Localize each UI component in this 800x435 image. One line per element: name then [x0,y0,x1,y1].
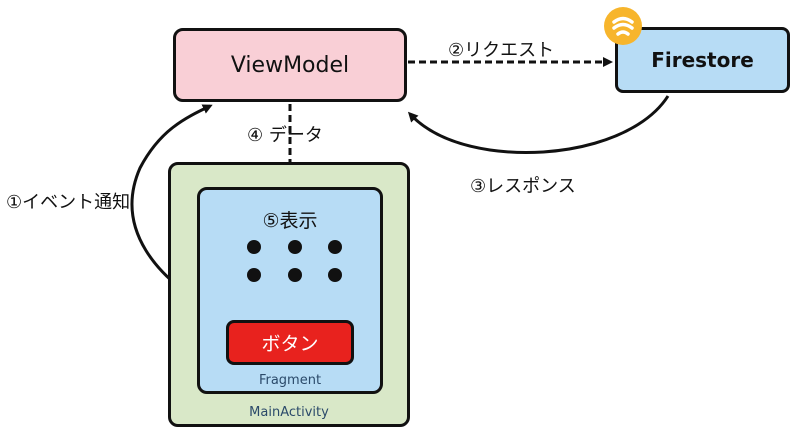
display-dot [288,240,302,254]
response-arrow [407,95,670,154]
display-dot [247,268,261,282]
response-label: ③レスポンス [470,176,576,197]
main-activity-label: MainActivity [249,405,329,420]
display-dot [288,268,302,282]
fragment-label: Fragment [258,373,322,388]
display-dot [247,240,261,254]
firebase-icon [604,7,642,45]
event-label: ①イベント通知 [6,192,131,213]
viewmodel-node: ViewModel [173,28,407,102]
viewmodel-label: ViewModel [230,52,350,78]
request-label: ②リクエスト [448,40,555,61]
data-label: ④ データ [247,125,323,146]
action-button-label: ボタン [261,333,319,355]
architecture-diagram: ViewModel Firestore MainActivity Fragmen… [0,0,800,435]
display-dot [328,268,342,282]
display-dot [328,240,342,254]
firestore-label: Firestore [651,48,754,72]
action-button[interactable]: ボタン [226,320,354,365]
